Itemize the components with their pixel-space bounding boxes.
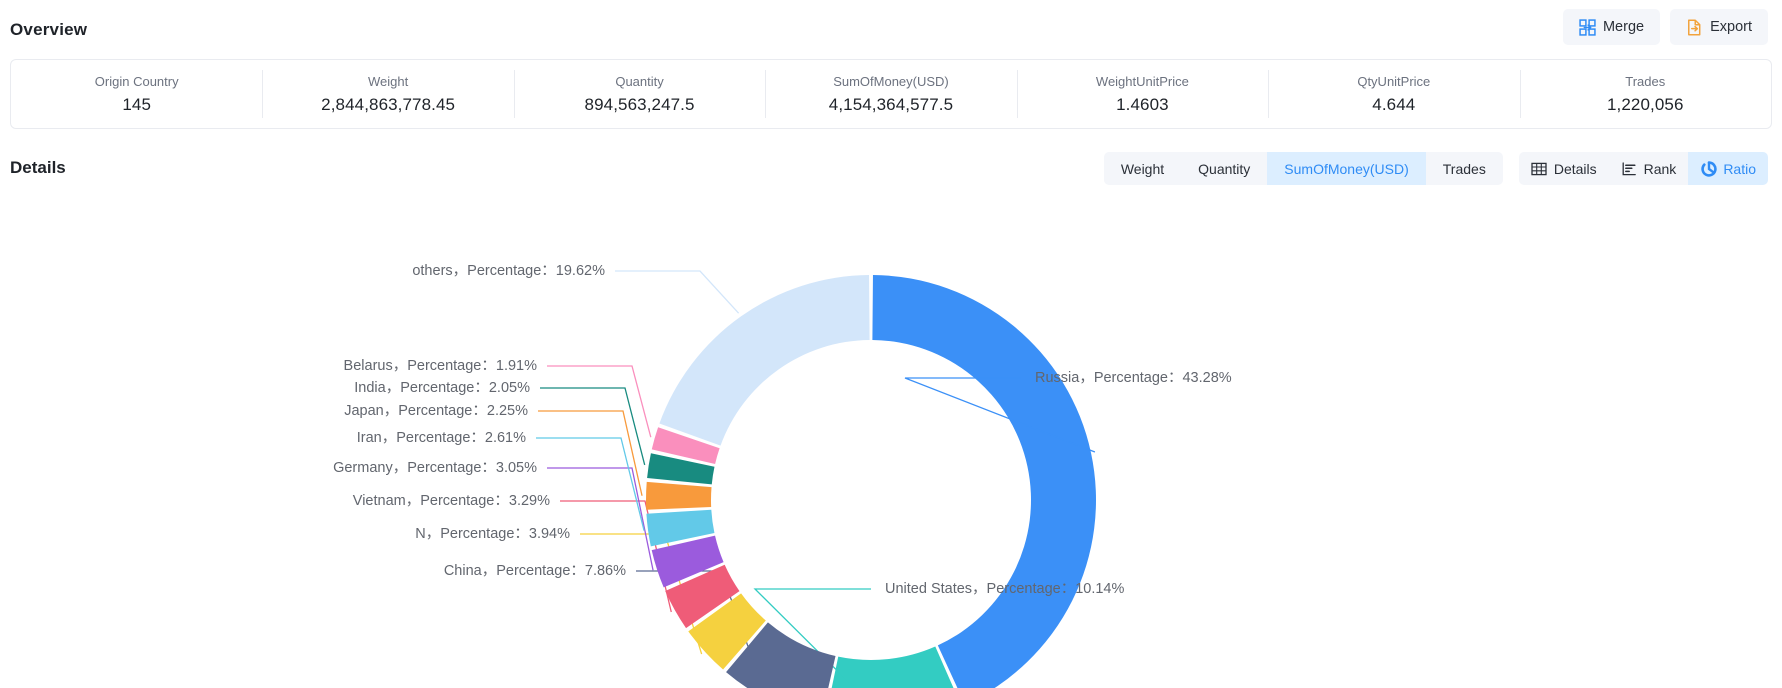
leader-line [615, 271, 739, 313]
stat-label: SumOfMoney(USD) [833, 73, 949, 91]
slice-label: others，Percentage：19.62% [412, 263, 605, 279]
stat-value: 145 [122, 95, 151, 115]
view-button-label: Ratio [1723, 161, 1756, 177]
stat-weightunitprice: WeightUnitPrice 1.4603 [1017, 60, 1268, 128]
stat-value: 4.644 [1372, 95, 1415, 115]
metric-tab-sumofmoney-usd[interactable]: SumOfMoney(USD) [1267, 152, 1425, 185]
stat-value: 894,563,247.5 [585, 95, 695, 115]
slice-label: Iran，Percentage：2.61% [357, 430, 526, 446]
rank-icon [1621, 160, 1638, 177]
donut-slice[interactable] [659, 275, 869, 446]
stat-value: 4,154,364,577.5 [829, 95, 953, 115]
leader-line [547, 468, 653, 570]
view-button-label: Rank [1644, 161, 1677, 177]
stat-label: Weight [368, 73, 408, 91]
slice-label: Belarus，Percentage：1.91% [344, 358, 538, 374]
stat-label: WeightUnitPrice [1096, 73, 1189, 91]
slice-label: Japan，Percentage：2.25% [344, 403, 528, 419]
view-button-ratio[interactable]: Ratio [1688, 152, 1768, 185]
stat-qtyunitprice: QtyUnitPrice 4.644 [1268, 60, 1519, 128]
stat-label: QtyUnitPrice [1357, 73, 1430, 91]
view-button-label: Details [1554, 161, 1597, 177]
stat-label: Trades [1625, 73, 1665, 91]
stat-weight: Weight 2,844,863,778.45 [262, 60, 513, 128]
merge-button-label: Merge [1603, 19, 1644, 35]
merge-icon [1579, 19, 1596, 36]
overview-stats-card: Origin Country 145 Weight 2,844,863,778.45 Q… [10, 59, 1772, 129]
donut-chart-svg: Russia，Percentage：43.28% United States，Pe… [0, 196, 1782, 688]
slice-label: Vietnam，Percentage：3.29% [353, 493, 550, 509]
page-title: Overview [10, 20, 87, 40]
donut-slice[interactable] [646, 482, 712, 510]
stat-value: 1.4603 [1116, 95, 1169, 115]
ratio-icon [1700, 160, 1717, 177]
stat-origin-country: Origin Country 145 [11, 60, 262, 128]
table-icon [1531, 160, 1548, 177]
stat-value: 1,220,056 [1607, 95, 1684, 115]
slice-label: N，Percentage：3.94% [415, 526, 570, 542]
stat-value: 2,844,863,778.45 [321, 95, 455, 115]
export-icon [1686, 19, 1703, 36]
ratio-donut-chart: Russia，Percentage：43.28% United States，Pe… [0, 196, 1782, 688]
leader-line [536, 438, 644, 531]
donut-slice[interactable] [825, 647, 961, 688]
analytics-page: Overview Merge [0, 0, 1782, 688]
slice-label: China，Percentage：7.86% [444, 563, 626, 579]
overview-header: Overview Merge [0, 0, 1782, 55]
details-title: Details [10, 158, 66, 178]
leader-line [538, 411, 642, 496]
metric-tab-quantity[interactable]: Quantity [1181, 152, 1267, 185]
slice-label: Germany，Percentage：3.05% [333, 460, 537, 476]
stat-sumofmoney-usd: SumOfMoney(USD) 4,154,364,577.5 [765, 60, 1016, 128]
stat-label: Quantity [615, 73, 663, 91]
header-actions: Merge Export [1563, 9, 1768, 45]
slice-label: United States，Percentage：10.14% [885, 581, 1124, 597]
merge-button[interactable]: Merge [1563, 9, 1660, 45]
stat-quantity: Quantity 894,563,247.5 [514, 60, 765, 128]
view-button-rank[interactable]: Rank [1609, 152, 1689, 185]
view-mode-group: Details Rank Ratio [1519, 152, 1768, 185]
export-button-label: Export [1710, 19, 1752, 35]
metric-tab-trades[interactable]: Trades [1426, 152, 1503, 185]
metric-tab-weight[interactable]: Weight [1104, 152, 1181, 185]
slice-label: India，Percentage：2.05% [354, 380, 530, 396]
donut-slice[interactable] [872, 275, 1096, 688]
stat-label: Origin Country [95, 73, 179, 91]
details-controls: WeightQuantitySumOfMoney(USD)Trades Deta… [1104, 152, 1768, 185]
slice-label: Russia，Percentage：43.28% [1035, 370, 1232, 386]
leader-line [540, 388, 645, 465]
stat-trades: Trades 1,220,056 [1520, 60, 1771, 128]
metric-tab-group: WeightQuantitySumOfMoney(USD)Trades [1104, 152, 1503, 185]
export-button[interactable]: Export [1670, 9, 1768, 45]
view-button-details[interactable]: Details [1519, 152, 1609, 185]
